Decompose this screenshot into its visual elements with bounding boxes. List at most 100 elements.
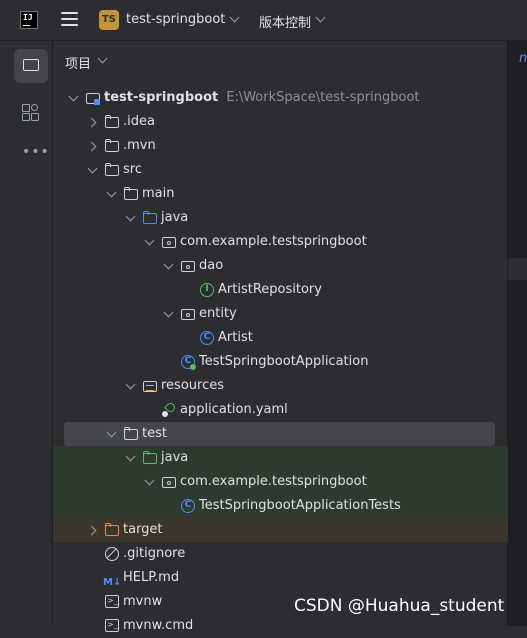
tree-row-package[interactable]: com.example.testspringboot xyxy=(53,230,508,254)
folder-icon xyxy=(124,427,139,441)
tree-row-mvnw-cmd[interactable]: >_ mvnw.cmd xyxy=(53,614,508,638)
tree-label: java xyxy=(161,450,189,465)
editor-tab-fragment[interactable]: n xyxy=(519,51,527,66)
tree-row-target[interactable]: target xyxy=(53,518,508,542)
chevron-down-icon[interactable] xyxy=(124,206,136,230)
chevron-right-icon[interactable] xyxy=(87,518,99,542)
tree-label: entity xyxy=(199,306,237,321)
tree-row-test-package[interactable]: com.example.testspringboot xyxy=(53,470,508,494)
terminal-file-icon: >_ xyxy=(105,595,119,608)
project-name-dropdown[interactable]: test-springboot xyxy=(126,12,225,27)
tree-label: HELP.md xyxy=(123,570,180,585)
tree-label: .idea xyxy=(123,114,155,129)
panel-title[interactable]: 项目 xyxy=(65,53,91,72)
tree-label: main xyxy=(142,186,175,201)
tree-label: TestSpringbootApplication xyxy=(199,354,369,369)
tree-label: test xyxy=(142,426,167,441)
tree-row-entity[interactable]: entity xyxy=(53,302,508,326)
tree-row-test-java[interactable]: java xyxy=(53,446,508,470)
tree-label: .gitignore xyxy=(123,546,186,561)
tree-row-artist[interactable]: C Artist xyxy=(53,326,508,350)
tree-row-root[interactable]: test-springboot E:\WorkSpace\test-springb… xyxy=(53,86,508,110)
editor-line-highlight xyxy=(508,258,527,280)
more-tool-windows-icon[interactable]: ••• xyxy=(22,144,50,160)
folder-icon xyxy=(124,187,139,201)
tree-row-main-java[interactable]: java xyxy=(53,206,508,230)
tree-label: target xyxy=(123,522,163,537)
tree-label: mvnw xyxy=(123,594,163,609)
interface-icon: I xyxy=(200,283,214,297)
chevron-down-icon[interactable] xyxy=(124,446,136,470)
vcs-dropdown[interactable]: 版本控制 xyxy=(259,12,311,31)
chevron-down-icon[interactable] xyxy=(67,86,79,110)
chevron-down-icon[interactable] xyxy=(229,12,240,23)
class-icon: C xyxy=(181,499,195,513)
main-toolbar: IJ TS test-springboot 版本控制 xyxy=(0,0,527,41)
chevron-down-icon[interactable] xyxy=(86,158,98,182)
tree-label: .mvn xyxy=(123,138,156,153)
tree-row-application-tests[interactable]: C TestSpringbootApplicationTests xyxy=(53,494,508,518)
tree-row-application-yaml[interactable]: application.yaml xyxy=(53,398,508,422)
tree-row-main[interactable]: main xyxy=(53,182,508,206)
tree-label: test-springboot E:\WorkSpace\test-springb… xyxy=(104,86,420,110)
tree-label: src xyxy=(123,162,142,177)
chevron-down-icon[interactable] xyxy=(143,230,155,254)
csdn-watermark: CSDN @Huahua_student xyxy=(294,596,505,616)
package-icon xyxy=(181,259,196,273)
chevron-down-icon[interactable] xyxy=(105,182,117,206)
structure-icon[interactable] xyxy=(22,104,40,122)
tree-row-artist-repository[interactable]: I ArtistRepository xyxy=(53,278,508,302)
folder-icon xyxy=(105,163,120,177)
chevron-down-icon[interactable] xyxy=(143,470,155,494)
tree-label: TestSpringbootApplicationTests xyxy=(199,498,401,513)
source-folder-icon xyxy=(143,211,158,225)
package-icon xyxy=(162,475,177,489)
chevron-down-icon[interactable] xyxy=(97,53,108,64)
chevron-down-icon[interactable] xyxy=(315,12,326,23)
tree-row-test[interactable]: test xyxy=(64,422,495,446)
package-icon xyxy=(162,235,177,249)
tree-row-application[interactable]: C TestSpringbootApplication xyxy=(53,350,508,374)
excluded-folder-icon xyxy=(105,523,120,537)
folder-icon xyxy=(23,59,39,71)
test-folder-icon xyxy=(143,451,158,465)
ignore-file-icon xyxy=(105,547,119,561)
root-name: test-springboot xyxy=(104,90,219,105)
tree-label: ArtistRepository xyxy=(218,282,322,297)
tree-label: java xyxy=(161,210,189,225)
tree-row-help-md[interactable]: M↓ HELP.md xyxy=(53,566,508,590)
spring-badge-icon xyxy=(190,364,196,370)
package-icon xyxy=(181,307,196,321)
tree-row-gitignore[interactable]: .gitignore xyxy=(53,542,508,566)
module-folder-icon xyxy=(86,91,101,105)
tree-row-resources[interactable]: resources xyxy=(53,374,508,398)
tool-window-bar: ••• xyxy=(0,41,53,626)
tree-label: dao xyxy=(199,258,224,273)
resources-folder-icon xyxy=(143,379,158,393)
tree-label: mvnw.cmd xyxy=(123,618,194,633)
class-icon: C xyxy=(200,331,214,345)
folder-icon xyxy=(105,139,120,153)
project-badge[interactable]: TS xyxy=(99,10,119,30)
project-tool-window-button[interactable] xyxy=(14,49,48,83)
main-menu-icon[interactable] xyxy=(61,12,78,27)
editor-area: n xyxy=(508,41,527,626)
tree-row-src[interactable]: src xyxy=(53,158,508,182)
chevron-right-icon[interactable] xyxy=(87,110,99,134)
tree-row-dao[interactable]: dao xyxy=(53,254,508,278)
tree-row-idea[interactable]: .idea xyxy=(53,110,508,134)
chevron-down-icon[interactable] xyxy=(162,302,174,326)
tree-label: resources xyxy=(161,378,225,393)
folder-icon xyxy=(105,115,120,129)
intellij-logo-icon[interactable]: IJ xyxy=(20,11,38,29)
tree-label: com.example.testspringboot xyxy=(180,234,367,249)
logo-text: IJ xyxy=(23,13,33,22)
tree-label: Artist xyxy=(218,330,253,345)
chevron-right-icon[interactable] xyxy=(87,134,99,158)
chevron-down-icon[interactable] xyxy=(105,422,117,446)
tree-label: application.yaml xyxy=(180,402,288,417)
tree-row-mvn[interactable]: .mvn xyxy=(53,134,508,158)
chevron-down-icon[interactable] xyxy=(124,374,136,398)
tree-label: com.example.testspringboot xyxy=(180,474,367,489)
chevron-down-icon[interactable] xyxy=(162,254,174,278)
